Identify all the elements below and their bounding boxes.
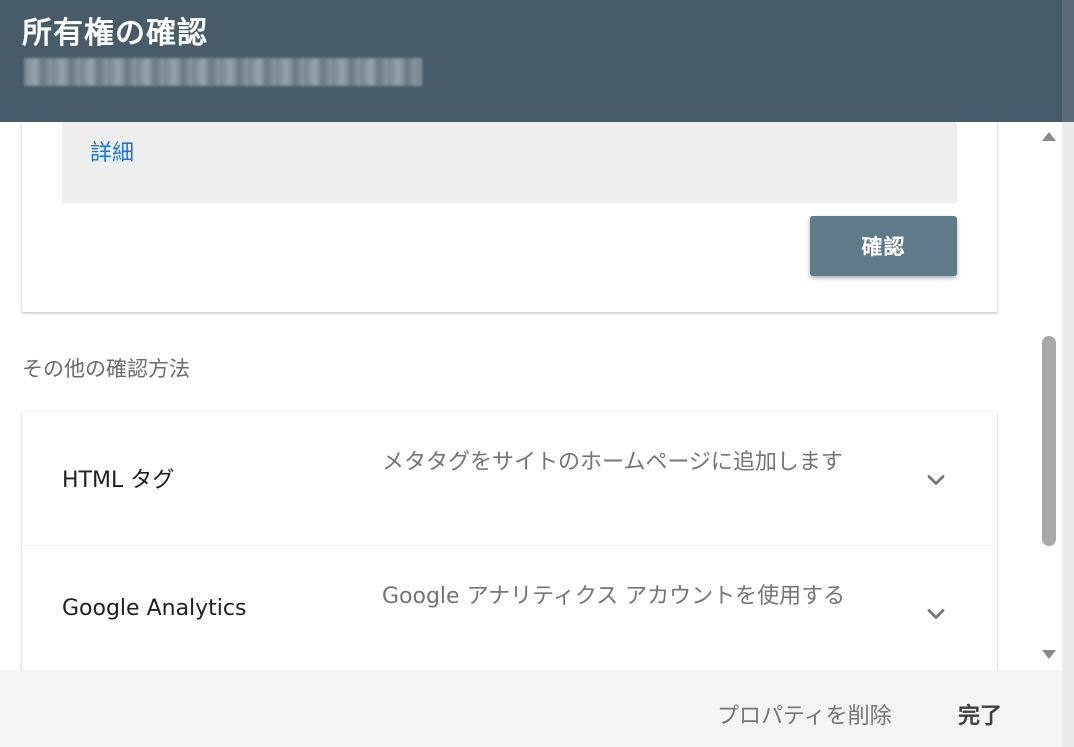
done-button[interactable]: 完了 [958, 698, 1002, 730]
dialog-title: 所有権の確認 [22, 16, 208, 51]
vertical-scrollbar[interactable] [1030, 122, 1062, 670]
background-strip [1062, 122, 1074, 747]
delete-property-button[interactable]: プロパティを削除 [717, 698, 892, 730]
scroll-up-arrow[interactable] [1042, 132, 1056, 141]
other-methods-label: その他の確認方法 [22, 357, 190, 381]
method-html-tag[interactable]: HTML タグ メタタグをサイトのホームページに追加します [22, 412, 997, 546]
details-link[interactable]: 詳細 [90, 135, 134, 167]
scroll-down-arrow[interactable] [1042, 650, 1056, 659]
verify-button[interactable]: 確認 [810, 216, 957, 276]
method-description: Google アナリティクス アカウントを使用する [382, 584, 846, 609]
method-name: Google Analytics [62, 596, 247, 621]
chevron-down-icon[interactable] [922, 600, 950, 628]
details-box: 詳細 [62, 122, 957, 203]
background-strip [1062, 0, 1074, 122]
verification-dialog: 所有権の確認 詳細 確認 その他の確認方法 HTML タグ メタタグをサイトのホ… [0, 0, 1074, 747]
method-name: HTML タグ [62, 468, 175, 493]
chevron-down-icon[interactable] [922, 466, 950, 494]
scrollbar-thumb[interactable] [1042, 336, 1056, 546]
dialog-header: 所有権の確認 [0, 0, 1062, 122]
method-description: メタタグをサイトのホームページに追加します [382, 450, 843, 475]
verify-card: 詳細 確認 [22, 122, 997, 312]
property-url-redacted [24, 58, 422, 86]
dialog-footer: プロパティを削除 完了 [0, 670, 1062, 747]
method-google-analytics[interactable]: Google Analytics Google アナリティクス アカウントを使用… [22, 546, 997, 670]
dialog-content[interactable]: 詳細 確認 その他の確認方法 HTML タグ メタタグをサイトのホームページに追… [0, 122, 1030, 670]
